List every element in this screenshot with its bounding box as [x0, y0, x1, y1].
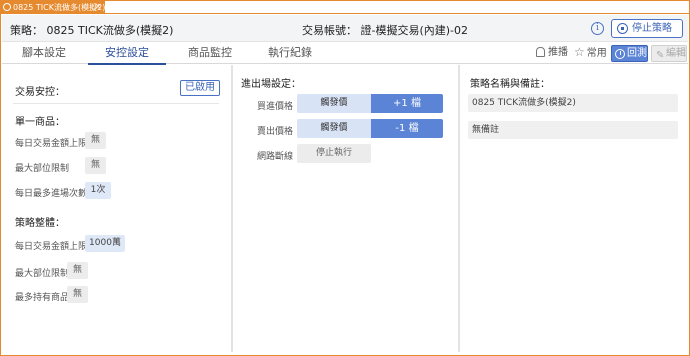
push-button[interactable]: 推播: [536, 45, 568, 62]
window-tab-title: 0825 TICK流做多(模擬2): [13, 3, 105, 12]
max-holdings-label: 最多持有商品: [15, 293, 70, 303]
remark-field[interactable]: 無備註: [468, 121, 678, 139]
stop-strategy-label: 停止策略: [632, 23, 672, 34]
name-note-panel: 策略名稱與備註： 0825 TICK流做多(模擬2) 無備註: [460, 65, 687, 352]
buy-trigger-price[interactable]: 觸發價: [297, 94, 371, 113]
risk-enabled-button[interactable]: 已啟用: [180, 80, 220, 96]
history-icon: [615, 49, 625, 59]
risk-control-panel: 交易安控： 已啟用 單一商品： 每日交易金額上限 無 最大部位限制 無 每日最多…: [5, 65, 231, 352]
tab-bar: 腳本設定 安控設定 商品監控 執行紀錄 推播 ☆ 常用 回測 ✎ 編輯: [2, 43, 688, 65]
disconnect-action[interactable]: 停止執行: [297, 144, 371, 163]
overall-max-position-value[interactable]: 無: [67, 262, 88, 279]
backtest-button[interactable]: 回測: [611, 45, 648, 62]
buy-price-label: 買進價格: [257, 102, 294, 112]
overall-max-position-label: 最大部位限制: [15, 269, 70, 279]
push-label: 推播: [548, 47, 568, 58]
overall-amount-limit-label: 每日交易金額上限: [15, 242, 88, 252]
tab-risk-settings[interactable]: 安控設定: [88, 43, 166, 65]
max-position-label: 最大部位限制: [15, 164, 70, 174]
favorite-label: 常用: [586, 48, 607, 59]
overall-amount-limit-value[interactable]: 1000萬: [85, 235, 125, 252]
strategy-header: 策略： 0825 TICK流做多(模擬2) 交易帳號： 證-模擬交易(內建)-0…: [2, 15, 688, 42]
max-entries-label: 每日最多進場次數: [15, 189, 88, 199]
tab-execution-log[interactable]: 執行紀錄: [258, 43, 322, 64]
max-position-value[interactable]: 無: [85, 157, 106, 174]
close-icon[interactable]: ×: [93, 1, 103, 14]
window-tab[interactable]: 0825 TICK流做多(模擬2): [1, 1, 105, 14]
bell-icon: [536, 47, 545, 57]
entry-exit-title: 進出場設定：: [241, 79, 301, 90]
sell-price-label: 賣出價格: [257, 127, 294, 137]
strategy-name-field[interactable]: 0825 TICK流做多(模擬2): [468, 94, 678, 112]
pencil-icon: ✎: [656, 50, 665, 61]
daily-amount-limit-label: 每日交易金額上限: [15, 139, 88, 149]
entry-exit-panel: 進出場設定： 買進價格 觸發價 +1 檔 賣出價格 觸發價 -1 檔 網路斷線 …: [233, 65, 458, 352]
tab-product-monitor[interactable]: 商品監控: [178, 43, 242, 64]
strategy-name: 策略： 0825 TICK流做多(模擬2): [10, 24, 174, 37]
name-note-title: 策略名稱與備註：: [470, 79, 550, 90]
window-icon: [3, 3, 11, 11]
info-icon[interactable]: i: [591, 22, 604, 35]
risk-control-title: 交易安控：: [15, 87, 65, 98]
divider: [13, 103, 219, 104]
sell-tick-offset[interactable]: -1 檔: [371, 119, 443, 138]
edit-button: ✎ 編輯: [651, 45, 687, 62]
daily-amount-limit-value[interactable]: 無: [85, 132, 106, 149]
app-window: 0825 TICK流做多(模擬2) × 策略： 0825 TICK流做多(模擬2…: [0, 0, 690, 356]
single-product-title: 單一商品：: [15, 117, 65, 128]
trading-account: 交易帳號： 證-模擬交易(內建)-02: [302, 24, 469, 37]
tab-script-settings[interactable]: 腳本設定: [12, 43, 76, 64]
stop-strategy-button[interactable]: 停止策略: [611, 19, 683, 38]
stop-icon: [617, 23, 628, 34]
buy-tick-offset[interactable]: +1 檔: [371, 94, 443, 113]
edit-label: 編輯: [666, 48, 686, 59]
max-entries-value[interactable]: 1次: [85, 182, 111, 199]
max-holdings-value[interactable]: 無: [67, 286, 88, 303]
disconnect-label: 網路斷線: [257, 152, 294, 162]
star-icon: ☆: [574, 45, 585, 59]
backtest-label: 回測: [627, 48, 647, 59]
window-tab-bar: 0825 TICK流做多(模擬2) ×: [1, 1, 689, 14]
favorite-button[interactable]: ☆ 常用: [574, 45, 607, 62]
sell-trigger-price[interactable]: 觸發價: [297, 119, 371, 138]
overall-title: 策略整體：: [15, 218, 65, 229]
